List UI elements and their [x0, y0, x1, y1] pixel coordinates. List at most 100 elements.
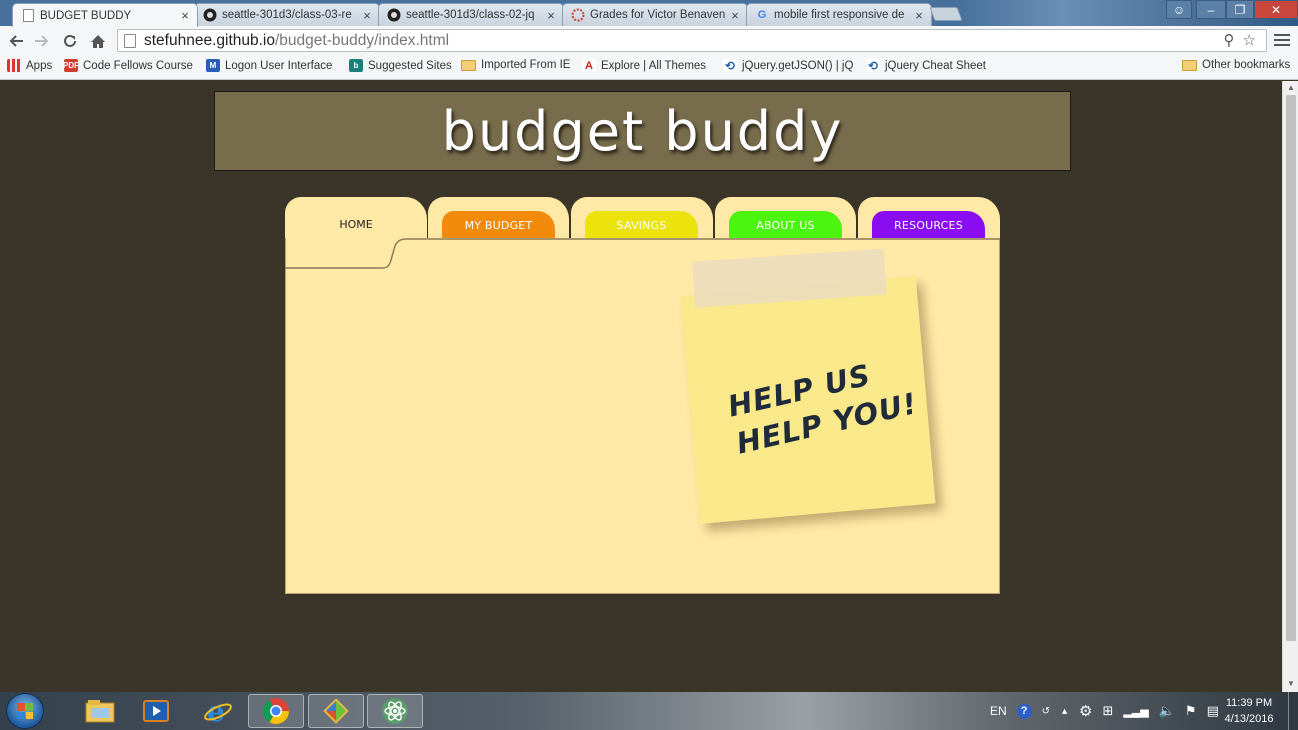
bookmark-logon[interactable]: M Logon User Interface: [206, 59, 332, 72]
canvas-icon: [571, 8, 585, 22]
document-icon: [21, 9, 35, 23]
bookmark-label: jQuery Cheat Sheet: [885, 59, 987, 72]
apps-icon: [7, 59, 21, 72]
reload-button[interactable]: [59, 30, 81, 52]
reload-icon: [64, 34, 76, 47]
url-path: /budget-buddy/index.html: [275, 31, 450, 49]
tab-class-03[interactable]: seattle-301d3/class-03-re ×: [194, 3, 380, 26]
input-options-icon[interactable]: ↺: [1042, 706, 1050, 717]
site-title: budget buddy: [441, 99, 844, 163]
clock-date: 4/13/2016: [1224, 713, 1274, 725]
tab-class-02[interactable]: seattle-301d3/class-02-jq ×: [378, 3, 564, 26]
folder-tab-outline: [285, 238, 1000, 269]
bookmark-label: Other bookmarks: [1202, 59, 1291, 71]
back-arrow-icon: [9, 35, 23, 47]
bookmark-label: Logon User Interface: [225, 59, 333, 72]
scroll-up-icon[interactable]: ▲: [1287, 83, 1295, 92]
minimize-button[interactable]: –: [1196, 0, 1226, 19]
browser-tab-strip: BUDGET BUDDY × seattle-301d3/class-03-re…: [0, 0, 1298, 27]
settings-gear-icon[interactable]: ⚙: [1079, 702, 1092, 720]
bookmark-label: Imported From IE: [481, 59, 571, 71]
windows-taskbar: e EN ? ↺ ▲ ⚙ ⊞ ▂▃▅ 🔈 ⚑ ▤ 11:39 PM 4/13/2…: [0, 692, 1298, 730]
bookmark-imported-from-ie[interactable]: Imported From IE: [461, 59, 570, 71]
new-tab-button[interactable]: [929, 7, 963, 21]
url-host: stefuhnee.github.io: [144, 31, 275, 49]
home-icon: [91, 34, 105, 48]
close-tab-icon[interactable]: ×: [913, 8, 925, 23]
bookmark-code-fellows[interactable]: PDF Code Fellows Course: [63, 59, 193, 72]
bookmark-other[interactable]: Other bookmarks: [1182, 59, 1290, 71]
forward-button[interactable]: [31, 30, 53, 52]
profile-icon[interactable]: ☺: [1166, 0, 1192, 19]
close-tab-icon[interactable]: ×: [361, 8, 373, 23]
windows-update-icon[interactable]: ⊞: [1102, 703, 1113, 719]
tab-title: seattle-301d3/class-03-re: [222, 9, 352, 21]
jquery-icon: ⟲: [866, 58, 880, 73]
close-tab-icon[interactable]: ×: [545, 8, 557, 23]
page-icon: [124, 33, 136, 48]
action-center-flag-icon[interactable]: ⚑: [1185, 703, 1197, 719]
file-explorer-icon[interactable]: [72, 694, 128, 728]
bookmark-explore-themes[interactable]: A Explore | All Themes: [582, 59, 706, 72]
star-icon[interactable]: ☆: [1243, 31, 1256, 49]
close-tab-icon[interactable]: ×: [729, 8, 741, 23]
bing-icon: b: [349, 59, 363, 72]
show-desktop-button[interactable]: [1288, 692, 1298, 730]
chrome-icon[interactable]: [248, 694, 304, 728]
bookmark-label: Code Fellows Course: [83, 59, 193, 72]
github-icon: [203, 8, 217, 22]
folder-icon: [461, 59, 476, 71]
browser-toolbar: stefuhnee.github.io/budget-buddy/index.h…: [0, 26, 1298, 55]
address-bar[interactable]: stefuhnee.github.io/budget-buddy/index.h…: [117, 29, 1267, 52]
close-window-button[interactable]: ✕: [1254, 0, 1298, 19]
media-player-icon[interactable]: [128, 694, 184, 728]
clock-time: 11:39 PM: [1225, 697, 1273, 709]
close-tab-icon[interactable]: ×: [179, 8, 191, 23]
bookmark-jquery-cheat-sheet[interactable]: ⟲ jQuery Cheat Sheet: [866, 58, 987, 73]
tab-google-search[interactable]: G mobile first responsive de ×: [746, 3, 932, 26]
tab-budget-buddy[interactable]: BUDGET BUDDY ×: [12, 3, 198, 27]
bookmarks-bar: Apps PDF Code Fellows Course M Logon Use…: [0, 55, 1298, 80]
window-controls: ☺ – ❐ ✕: [1166, 0, 1298, 19]
volume-icon[interactable]: 🔈: [1159, 703, 1175, 719]
taskbar-clock[interactable]: 11:39 PM 4/13/2016: [1218, 695, 1280, 727]
pdf-icon: PDF: [63, 59, 79, 72]
github-icon: [387, 8, 401, 22]
bookmark-jquery-getjson[interactable]: ⟲ jQuery.getJSON() | jQ: [723, 58, 854, 73]
bookmark-label: Explore | All Themes: [601, 59, 707, 72]
bookmark-label: jQuery.getJSON() | jQ: [742, 59, 854, 72]
bookmark-suggested-sites[interactable]: b Suggested Sites: [349, 59, 452, 72]
tab-title: Grades for Victor Benaven: [590, 9, 726, 21]
sticky-note-text: HELP US HELP YOU!: [724, 347, 921, 463]
bookmark-label: Suggested Sites: [368, 59, 452, 72]
file-folder: HOME MY BUDGET SAVINGS ABOUT US RESOURCE…: [285, 196, 1001, 596]
tab-title: seattle-301d3/class-02-jq: [406, 9, 535, 21]
tab-title: BUDGET BUDDY: [40, 9, 132, 22]
jquery-icon: ⟲: [723, 58, 737, 73]
scrollbar-thumb[interactable]: [1286, 95, 1296, 641]
adobe-icon: A: [582, 59, 596, 72]
help-icon[interactable]: ?: [1016, 703, 1032, 719]
vertical-scrollbar[interactable]: ▲ ▼: [1282, 81, 1298, 692]
chrome-menu-button[interactable]: [1274, 31, 1290, 49]
forward-arrow-icon: [35, 35, 49, 47]
sticky-note: HELP US HELP YOU!: [680, 248, 936, 524]
tab-grades[interactable]: Grades for Victor Benaven ×: [562, 3, 748, 26]
site-header-banner: budget buddy: [214, 91, 1071, 171]
restore-button[interactable]: ❐: [1226, 0, 1254, 19]
show-hidden-icons[interactable]: ▲: [1060, 706, 1069, 716]
system-tray: EN ? ↺ ▲ ⚙ ⊞ ▂▃▅ 🔈 ⚑ ▤: [990, 692, 1219, 730]
network-signal-icon[interactable]: ▂▃▅: [1123, 705, 1148, 718]
internet-explorer-icon[interactable]: e: [190, 694, 246, 728]
search-icon[interactable]: ⚲: [1224, 31, 1235, 49]
language-indicator[interactable]: EN: [990, 704, 1007, 718]
start-button[interactable]: [6, 693, 44, 729]
back-button[interactable]: [5, 30, 27, 52]
google-icon: G: [757, 9, 767, 21]
home-button[interactable]: [87, 30, 109, 52]
git-icon[interactable]: [308, 694, 364, 728]
page-viewport: budget buddy HOME MY BUDGET SAVINGS ABOU…: [0, 81, 1282, 692]
atom-icon[interactable]: [367, 694, 423, 728]
bookmark-apps[interactable]: Apps: [7, 59, 52, 72]
scroll-down-icon[interactable]: ▼: [1287, 679, 1295, 688]
